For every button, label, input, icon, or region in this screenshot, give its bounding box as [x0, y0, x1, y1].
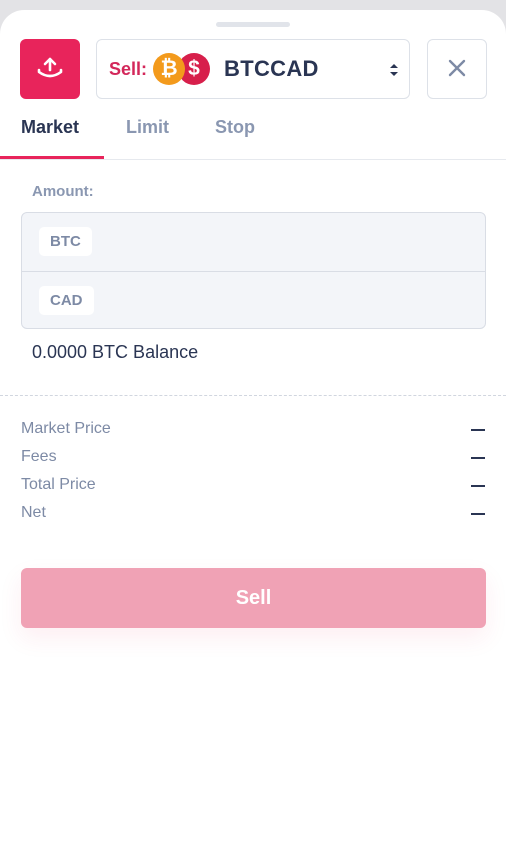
- summary-label: Fees: [21, 448, 57, 465]
- balance-text: 0.0000 BTC Balance: [32, 342, 199, 362]
- upload-icon: [36, 56, 64, 83]
- btc-amount-input[interactable]: [122, 223, 472, 261]
- empty-value-dash: [471, 457, 485, 459]
- summary-label: Market Price: [21, 420, 111, 437]
- sell-submit-button[interactable]: Sell: [21, 568, 486, 628]
- summary-row-net: Net: [21, 504, 485, 532]
- empty-value-dash: [471, 513, 485, 515]
- order-sheet: Sell: ₿ $ BTCCAD Market Limit Stop Amoun…: [0, 10, 506, 866]
- order-summary: Market Price Fees Total Price Net: [21, 420, 485, 532]
- amount-row-btc: BTC: [22, 213, 485, 271]
- sell-action-button[interactable]: [20, 39, 80, 99]
- summary-row-total-price: Total Price: [21, 476, 485, 504]
- order-type-tabs: Market Limit Stop: [0, 110, 506, 160]
- close-icon: [447, 58, 467, 81]
- close-button[interactable]: [427, 39, 487, 99]
- summary-row-fees: Fees: [21, 448, 485, 476]
- empty-value-dash: [471, 429, 485, 431]
- empty-value-dash: [471, 485, 485, 487]
- dashed-divider: [0, 395, 506, 396]
- currency-chip-btc: BTC: [39, 227, 92, 256]
- tab-market[interactable]: Market: [21, 117, 79, 138]
- tab-limit[interactable]: Limit: [126, 117, 169, 138]
- summary-label: Net: [21, 504, 46, 521]
- amount-label: Amount:: [32, 183, 94, 200]
- chevron-up-down-icon: [389, 61, 399, 79]
- cad-amount-input[interactable]: [122, 282, 472, 320]
- currency-chip-cad: CAD: [39, 286, 94, 315]
- sell-label: Sell:: [109, 58, 148, 79]
- pair-selector[interactable]: Sell: ₿ $ BTCCAD: [96, 39, 410, 99]
- summary-row-market-price: Market Price: [21, 420, 485, 448]
- summary-label: Total Price: [21, 476, 96, 493]
- amount-fields: BTC CAD: [21, 212, 486, 329]
- active-tab-indicator: [0, 156, 104, 159]
- sheet-grabber[interactable]: [216, 22, 290, 27]
- bitcoin-icon: ₿: [153, 53, 186, 85]
- pair-name: BTCCAD: [224, 56, 319, 81]
- amount-row-cad: CAD: [22, 271, 485, 328]
- tab-stop[interactable]: Stop: [215, 117, 255, 138]
